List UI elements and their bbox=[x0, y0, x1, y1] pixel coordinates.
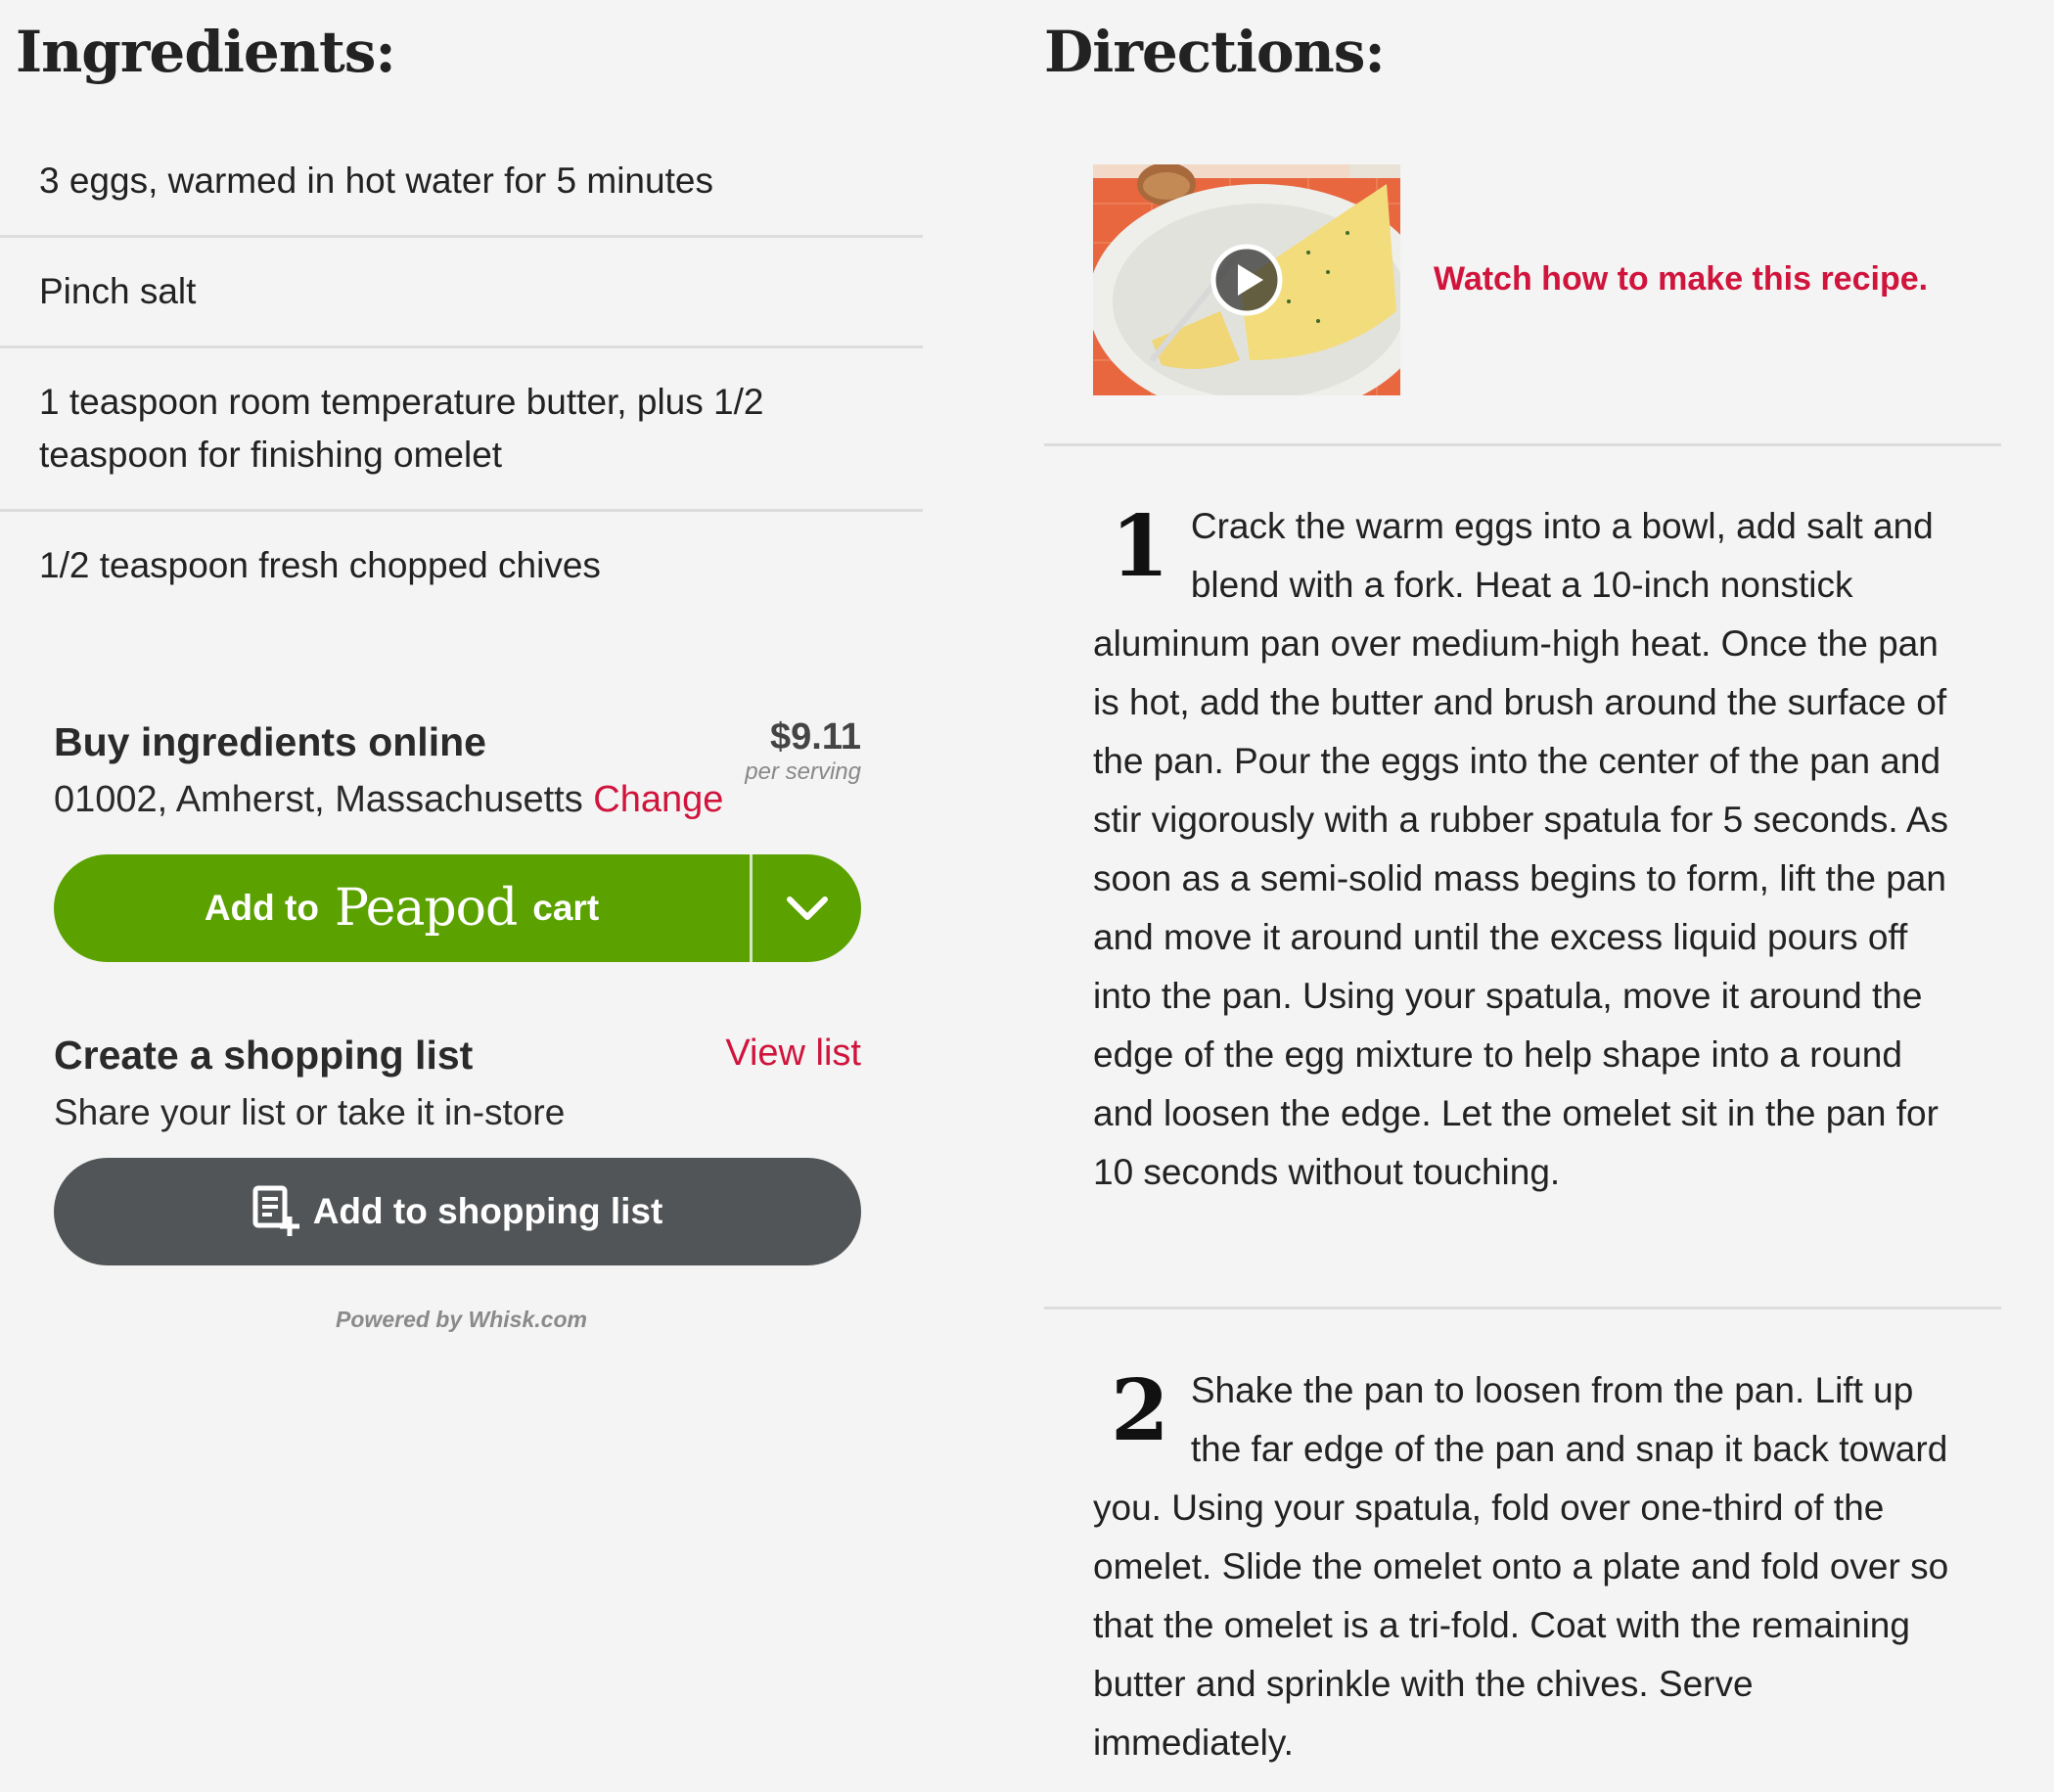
ingredient-item: 3 eggs, warmed in hot water for 5 minute… bbox=[0, 127, 923, 238]
buy-online-widget: Buy ingredients online $9.11 per serving… bbox=[54, 716, 861, 962]
step-text: Shake the pan to loosen from the pan. Li… bbox=[1093, 1370, 1949, 1763]
location-text: 01002, Amherst, Massachusetts bbox=[54, 779, 583, 820]
add-to-shopping-list-label: Add to shopping list bbox=[312, 1191, 663, 1231]
shopping-list-subtitle: Share your list or take it in-store bbox=[54, 1092, 566, 1132]
cart-suffix: cart bbox=[532, 888, 600, 928]
recipe-video-thumbnail[interactable] bbox=[1088, 162, 1431, 419]
step-number: 1 bbox=[1111, 497, 1169, 596]
watch-video-link[interactable]: Watch how to make this recipe. bbox=[1434, 260, 1928, 299]
list-add-icon bbox=[252, 1185, 299, 1236]
play-icon[interactable] bbox=[1210, 243, 1284, 317]
buy-online-title: Buy ingredients online bbox=[54, 719, 486, 764]
chevron-down-icon bbox=[786, 896, 828, 920]
ingredients-list: 3 eggs, warmed in hot water for 5 minute… bbox=[0, 127, 923, 620]
divider bbox=[1044, 1307, 2001, 1310]
peapod-logo: Peapod bbox=[334, 879, 518, 938]
step-number: 2 bbox=[1111, 1361, 1169, 1460]
add-to-cart-main[interactable]: Add to Peapod cart bbox=[54, 854, 753, 962]
change-location-link[interactable]: Change bbox=[593, 779, 723, 820]
retailer-dropdown-button[interactable] bbox=[753, 894, 861, 923]
step-text: Crack the warm eggs into a bowl, add sal… bbox=[1093, 506, 1949, 1192]
add-to-shopping-list-button[interactable]: Add to shopping list bbox=[54, 1158, 861, 1265]
powered-by-credit: Powered by Whisk.com bbox=[336, 1307, 587, 1332]
directions-heading: Directions: bbox=[1044, 19, 1386, 85]
price-block: $9.11 per serving bbox=[745, 716, 861, 786]
price-value: $9.11 bbox=[770, 716, 861, 758]
view-list-link[interactable]: View list bbox=[725, 1033, 861, 1075]
cart-prefix: Add to bbox=[204, 888, 319, 928]
location-line: 01002, Amherst, Massachusetts Change bbox=[54, 779, 861, 821]
direction-step: 2 Shake the pan to loosen from the pan. … bbox=[1093, 1361, 1954, 1772]
ingredient-item: 1 teaspoon room temperature butter, plus… bbox=[0, 348, 923, 512]
ingredient-item: Pinch salt bbox=[0, 238, 923, 348]
ingredient-item: 1/2 teaspoon fresh chopped chives bbox=[39, 545, 601, 585]
direction-step: 1 Crack the warm eggs into a bowl, add s… bbox=[1093, 497, 1954, 1202]
add-to-peapod-cart-button[interactable]: Add to Peapod cart bbox=[54, 854, 861, 962]
price-per-serving: per serving bbox=[745, 758, 861, 785]
shopping-list-widget: Create a shopping list View list Share y… bbox=[54, 1033, 861, 1265]
divider bbox=[1044, 443, 2001, 446]
ingredients-heading: Ingredients: bbox=[16, 19, 396, 85]
